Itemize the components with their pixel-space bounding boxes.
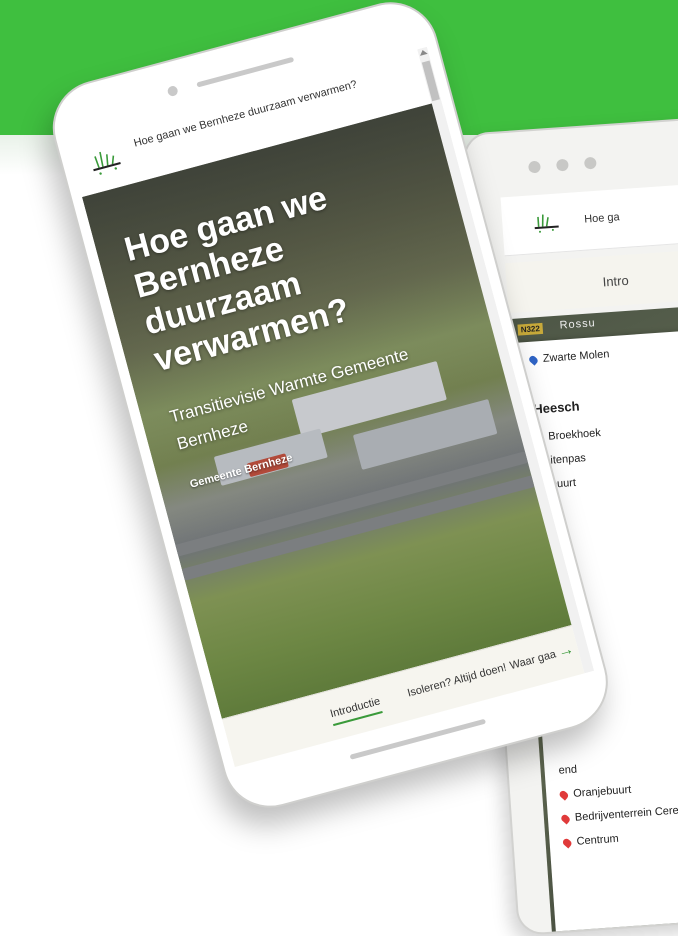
camera-icon [166,84,179,98]
window-dot-icon[interactable] [556,158,569,172]
tablet-header-title[interactable]: Hoe ga [584,211,620,225]
scroll-up-icon[interactable] [418,48,428,56]
tab-isoleren[interactable]: Isoleren? Altijd doen! [406,662,508,700]
map-pin-icon [561,836,573,849]
list-item[interactable]: Oranjebuurt [558,784,632,801]
list-item[interactable]: Zwarte Molen [527,348,610,366]
speaker-grille [196,56,295,88]
window-dot-icon[interactable] [528,160,541,174]
town-label: Rossu [559,317,597,332]
tablet-header: Hoe ga [500,166,678,257]
list-item[interactable]: end [558,764,577,777]
logo-icon[interactable] [84,141,128,180]
tab-introductie[interactable]: Introductie [328,695,384,727]
tab-introductie[interactable]: Intro [602,273,629,290]
window-dot-icon[interactable] [583,156,597,170]
list-item[interactable]: Centrum [561,833,619,849]
road-label: N322 [517,322,544,336]
list-item[interactable]: Bedrijventerrein Ceresl [559,804,678,825]
map-pin-icon [559,812,572,825]
window-controls [528,156,597,174]
map-pin-icon [527,354,540,366]
tab-waar-gaan[interactable]: Waar gaa [509,648,558,672]
list-heading: Heesch [532,398,581,417]
logo-icon [534,214,559,233]
arrow-right-icon[interactable]: → [556,641,576,663]
map-pin-icon [558,789,570,801]
